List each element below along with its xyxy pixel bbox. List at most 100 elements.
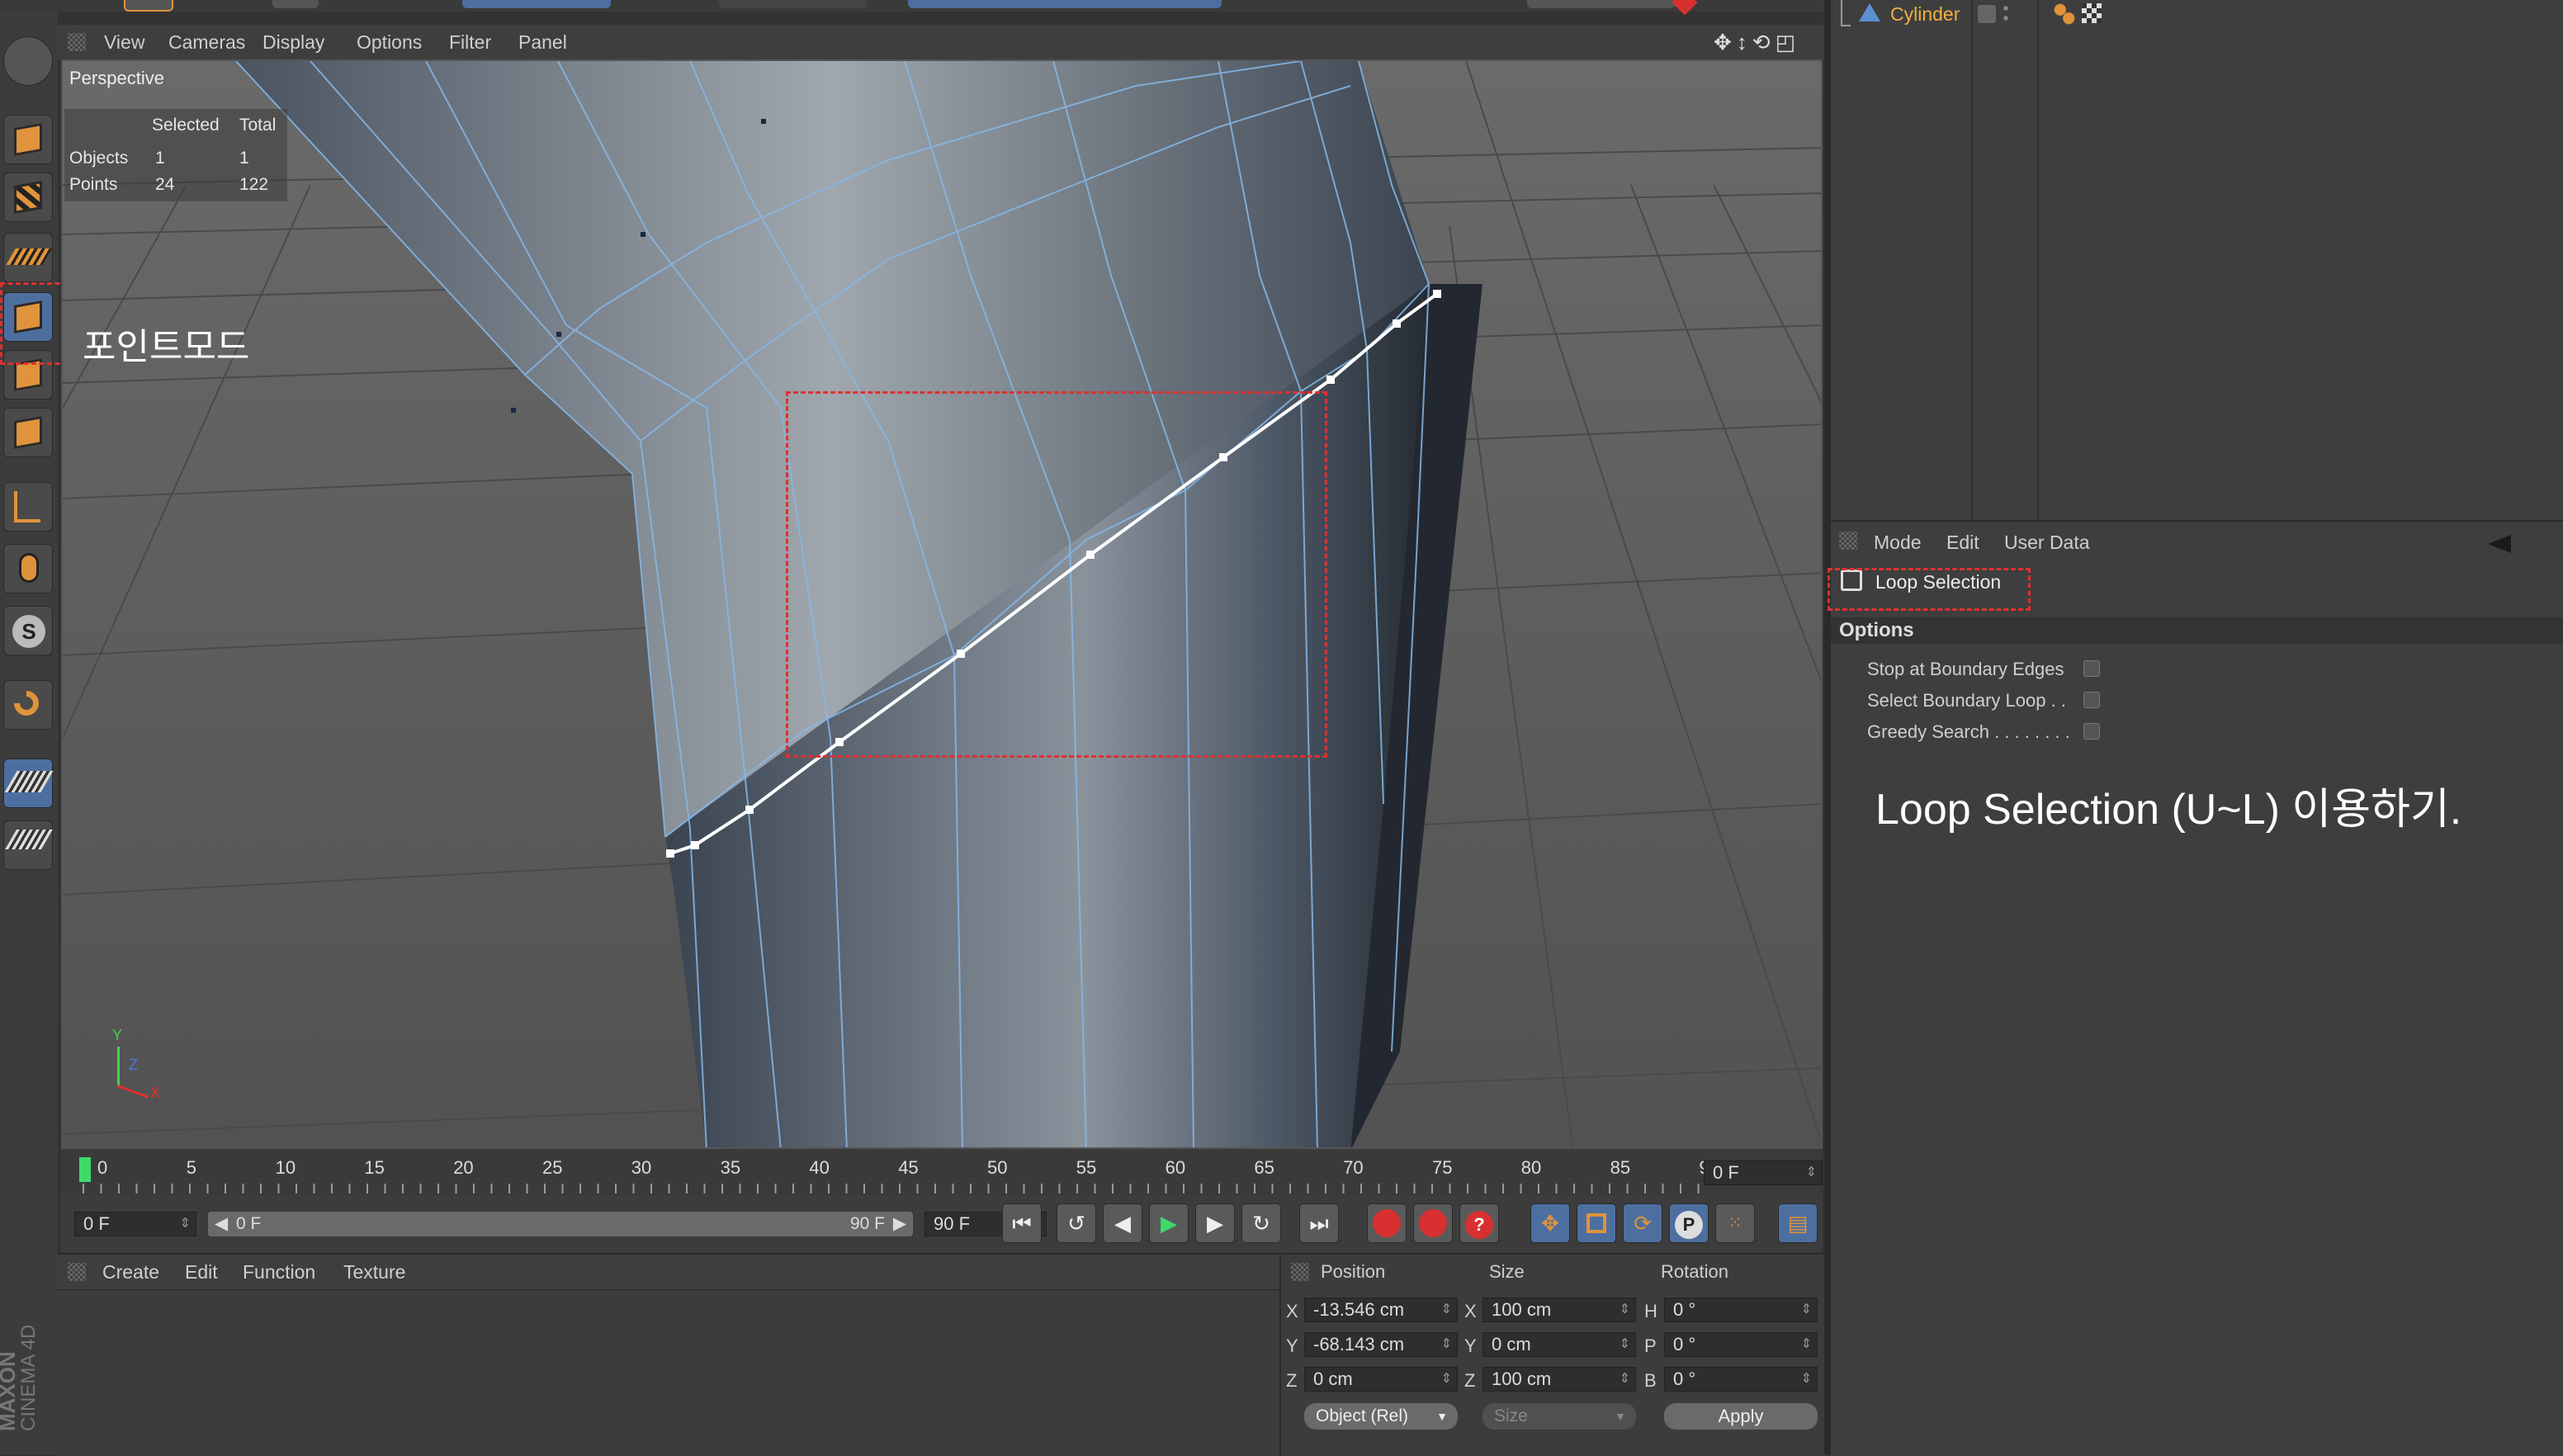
range-slider[interactable]: ◀ 0 F 90 F ▶ [208,1212,913,1236]
next-frame-icon[interactable]: ▶ [1195,1203,1235,1243]
rot-p-field[interactable]: 0 ° ⇕ [1664,1332,1818,1357]
timeline-tick-label: 45 [898,1157,919,1178]
model-mode-icon[interactable] [3,115,53,164]
cube-icon [14,123,42,156]
toolbar-button[interactable] [1527,0,1676,8]
range-left-arrow-icon[interactable]: ◀ [215,1212,228,1236]
grid-plane-icon [6,248,52,265]
menu-texture[interactable]: Texture [343,1261,405,1283]
next-key-icon[interactable]: ↻ [1241,1203,1281,1243]
menu-user-data[interactable]: User Data [2004,532,2090,554]
grid-magnet-icon [5,830,53,849]
previous-frame-icon[interactable]: ◀ [1103,1203,1142,1243]
undo-view-icon[interactable] [3,36,53,86]
object-row[interactable]: Cylinder [1831,0,2563,33]
pos-x-field[interactable]: -13.546 cm ⇕ [1304,1298,1458,1322]
hierarchy-line-icon [1841,0,1851,26]
timeline-tick-label: 55 [1076,1157,1097,1178]
spinner-icon: ⇕ [1440,1372,1452,1386]
record-parameter-icon[interactable]: P [1669,1203,1709,1243]
visibility-toggle-icon[interactable] [1978,5,1996,23]
toolbar-button[interactable] [718,0,867,8]
axis-mode-icon[interactable] [3,482,53,532]
menu-edit[interactable]: Edit [1946,532,1979,554]
back-arrow-icon[interactable] [2488,535,2511,553]
menu-create[interactable]: Create [102,1261,159,1283]
play-icon[interactable]: ▶ [1149,1203,1189,1243]
size-mode-value: Size [1494,1406,1528,1425]
playhead[interactable] [79,1157,91,1182]
snap-s-icon: S [12,615,45,648]
record-pla-icon[interactable]: ⁙ [1715,1203,1755,1243]
viewport-nav-icons[interactable]: ✥↕⟲◰ [1714,30,1800,55]
parameter-p-icon: P [1675,1211,1703,1239]
toolbar-button[interactable] [272,0,319,8]
autokey-icon[interactable] [1413,1203,1453,1243]
object-name[interactable]: Cylinder [1890,3,1960,26]
option-greedy-search-checkbox[interactable] [2083,723,2100,740]
spinner-icon: ⇕ [1800,1337,1812,1351]
option-stop-at-boundary-checkbox[interactable] [2083,660,2100,677]
toolbar-button[interactable] [908,0,1222,8]
start-frame-field[interactable]: 0 F ⇕ [74,1212,196,1236]
size-mode-select[interactable]: Size ▼ [1482,1403,1636,1430]
lock-workplane-icon[interactable] [3,759,54,808]
rot-b-field[interactable]: 0 ° ⇕ [1664,1367,1818,1392]
go-to-start-icon[interactable]: ⏮ [1002,1203,1042,1243]
menu-mode[interactable]: Mode [1874,532,1922,554]
visibility-dots-icon[interactable] [2003,3,2009,25]
tweak-mode-icon[interactable] [3,544,53,593]
pos-y-field[interactable]: -68.143 cm ⇕ [1304,1332,1458,1357]
texture-mode-icon[interactable] [3,173,53,222]
magnet-shape-icon [8,685,45,721]
workplane-mode-icon[interactable] [3,233,53,282]
record-rotation-icon[interactable]: ⟳ [1623,1203,1662,1243]
magnet-icon[interactable] [3,680,53,730]
size-z-field[interactable]: 100 cm ⇕ [1482,1367,1636,1392]
chevron-down-icon: ▼ [1436,1410,1448,1423]
menu-options[interactable]: Options [357,31,422,54]
rot-b-axis-label: B [1644,1370,1657,1391]
snap-icon[interactable]: S [3,606,53,655]
chevron-down-icon: ▼ [1615,1410,1626,1423]
record-keyframe-icon[interactable] [1367,1203,1407,1243]
record-position-icon[interactable]: ✥ [1530,1203,1570,1243]
size-y-field[interactable]: 0 cm ⇕ [1482,1332,1636,1357]
viewport[interactable]: Perspective Selected Total Objects 1 1 P… [61,59,1823,1149]
menu-filter[interactable]: Filter [449,31,491,54]
toolbar-button[interactable] [462,0,611,8]
start-frame-value: 0 F [83,1213,110,1234]
record-icon[interactable] [1672,0,1698,16]
coordinate-mode-select[interactable]: Object (Rel) ▼ [1304,1403,1458,1430]
timeline-ruler[interactable]: 051015202530354045505560657075808590 0 F… [61,1149,1823,1195]
planar-workplane-icon[interactable] [3,820,53,870]
polygon-mode-icon[interactable] [3,408,53,457]
spinner-icon: ⇕ [179,1217,191,1231]
tag-icon[interactable] [2054,3,2075,25]
toolbar-button[interactable] [124,0,173,12]
pos-z-axis-label: Z [1286,1370,1298,1391]
keyframe-selection-icon[interactable]: ? [1459,1203,1499,1243]
size-x-axis-label: X [1464,1301,1477,1321]
previous-key-icon[interactable]: ↺ [1057,1203,1096,1243]
point-mode-highlight [0,282,68,365]
timeline-film-icon[interactable]: ▤ [1778,1203,1818,1243]
range-right-arrow-icon[interactable]: ▶ [893,1212,906,1236]
menu-panel[interactable]: Panel [518,31,567,54]
menu-cameras[interactable]: Cameras [168,31,245,54]
menu-edit[interactable]: Edit [185,1261,218,1283]
current-frame-field[interactable]: 0 F ⇕ [1704,1161,1823,1185]
record-scale-icon[interactable] [1577,1203,1616,1243]
menu-view[interactable]: View [104,31,144,54]
stats-header-total: Total [239,116,277,135]
pos-z-field[interactable]: 0 cm ⇕ [1304,1367,1458,1392]
menu-function[interactable]: Function [243,1261,315,1283]
rot-h-field[interactable]: 0 ° ⇕ [1664,1298,1818,1322]
apply-button[interactable]: Apply [1664,1403,1818,1430]
checker-tag-icon[interactable] [2082,3,2102,23]
menu-display[interactable]: Display [262,31,324,54]
go-to-end-icon[interactable]: ⏭ [1299,1203,1339,1243]
timeline-tick-label: 80 [1520,1157,1542,1178]
option-select-boundary-loop-checkbox[interactable] [2083,692,2100,708]
size-x-field[interactable]: 100 cm ⇕ [1482,1298,1636,1322]
